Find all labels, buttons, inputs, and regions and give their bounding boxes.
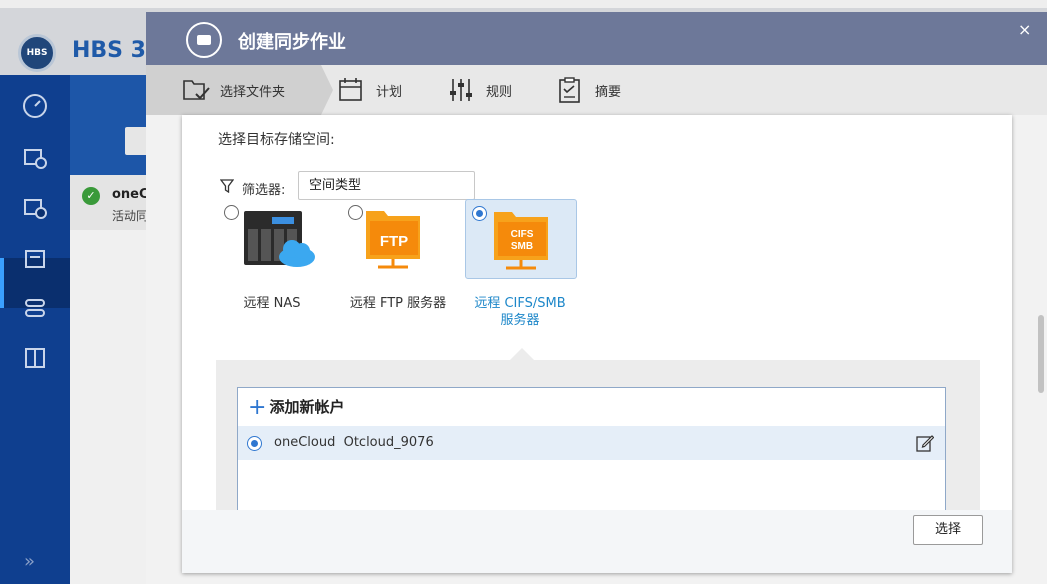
smb-folder-icon: CIFS SMB — [494, 212, 548, 270]
smb-folder-badge-line2: SMB — [511, 241, 533, 252]
dashboard-icon[interactable] — [20, 93, 50, 123]
sync-icon[interactable] — [20, 195, 50, 225]
sync-job-icon — [186, 22, 222, 58]
edit-icon[interactable] — [916, 434, 934, 452]
content-panel: 选择目标存储空间: 筛选器: 空间类型 远程 NAS FTP 远程 FTP 服务… — [182, 115, 1044, 573]
create-sync-job-dialog: 创建同步作业 × 选择文件夹 计划 规则 摘要 选择目标存储空间: 筛选器: 空… — [146, 12, 1047, 584]
add-account-label: 添加新帐户 — [269, 398, 345, 416]
app-topline — [0, 0, 1047, 8]
option-label-line1: 远程 CIFS/SMB — [474, 296, 566, 311]
account-radio[interactable] — [247, 436, 262, 451]
scrollbar[interactable] — [1038, 315, 1044, 393]
dialog-footer: 选择 — [182, 510, 1012, 573]
services-icon[interactable] — [20, 345, 50, 375]
ftp-folder-badge: FTP — [380, 233, 408, 250]
account-row[interactable]: oneCloud Otcloud_9076 — [238, 426, 945, 460]
job-name: oneC — [112, 187, 149, 202]
main-banner — [70, 75, 150, 175]
app-logo: HBS — [18, 34, 56, 72]
app-sidebar — [0, 75, 70, 584]
status-ok-icon: ✓ — [82, 187, 100, 205]
close-icon[interactable]: × — [1018, 20, 1031, 39]
backup-icon[interactable] — [20, 145, 50, 175]
sliders-icon — [448, 77, 474, 103]
account-service: oneCloud — [274, 435, 336, 450]
option-remote-ftp-label[interactable]: 远程 FTP 服务器 — [328, 295, 468, 312]
ftp-folder-icon: FTP — [366, 211, 420, 269]
option-remote-nas[interactable] — [218, 199, 330, 279]
restore-icon[interactable] — [20, 245, 50, 275]
job-row[interactable]: ✓ oneC 活动同 — [70, 175, 150, 230]
select-button[interactable]: 选择 — [913, 515, 983, 545]
account-name: oneCloud Otcloud_9076 — [274, 435, 434, 450]
step-schedule[interactable]: 计划 — [338, 65, 402, 115]
account-username: Otcloud_9076 — [343, 435, 434, 450]
selection-caret — [510, 348, 534, 360]
add-account-button[interactable]: + 添加新帐户 — [238, 388, 945, 426]
storage-icon[interactable] — [20, 295, 50, 325]
radio-remote-ftp[interactable] — [348, 205, 363, 220]
step-label: 选择文件夹 — [220, 84, 286, 100]
calendar-icon — [338, 77, 364, 103]
radio-remote-cifs-smb[interactable] — [472, 206, 487, 221]
step-summary[interactable]: 摘要 — [557, 65, 621, 115]
option-remote-ftp[interactable]: FTP — [342, 199, 454, 279]
step-rules[interactable]: 规则 — [448, 65, 512, 115]
nas-icon — [244, 211, 315, 267]
step-label: 规则 — [486, 84, 513, 100]
app-main: ✓ oneC 活动同 — [70, 75, 155, 584]
step-label: 摘要 — [595, 84, 622, 100]
plus-icon: + — [248, 395, 267, 420]
step-label: 计划 — [376, 84, 403, 100]
target-label: 选择目标存储空间: — [218, 132, 335, 148]
folder-select-icon — [182, 77, 210, 103]
filter-icon — [220, 179, 234, 193]
filter-label: 筛选器: — [242, 183, 286, 198]
dialog-header: 创建同步作业 × — [146, 12, 1047, 65]
step-select-folder[interactable]: 选择文件夹 — [146, 65, 333, 115]
option-remote-nas-label[interactable]: 远程 NAS — [202, 295, 342, 312]
app-title: HBS 3 — [72, 38, 146, 63]
wizard-steps: 选择文件夹 计划 规则 摘要 — [146, 65, 1047, 115]
option-label-line2: 服务器 — [500, 313, 540, 328]
option-remote-cifs-smb[interactable]: CIFS SMB — [465, 199, 577, 279]
clipboard-icon — [557, 77, 583, 103]
option-remote-cifs-smb-label[interactable]: 远程 CIFS/SMB 服务器 — [450, 295, 590, 329]
radio-remote-nas[interactable] — [224, 205, 239, 220]
dialog-title: 创建同步作业 — [238, 32, 346, 53]
sidebar-expand-icon[interactable]: » — [24, 551, 35, 572]
filter-select[interactable]: 空间类型 — [298, 171, 475, 200]
smb-folder-badge-line1: CIFS — [511, 229, 534, 240]
job-status: 活动同 — [112, 209, 149, 223]
